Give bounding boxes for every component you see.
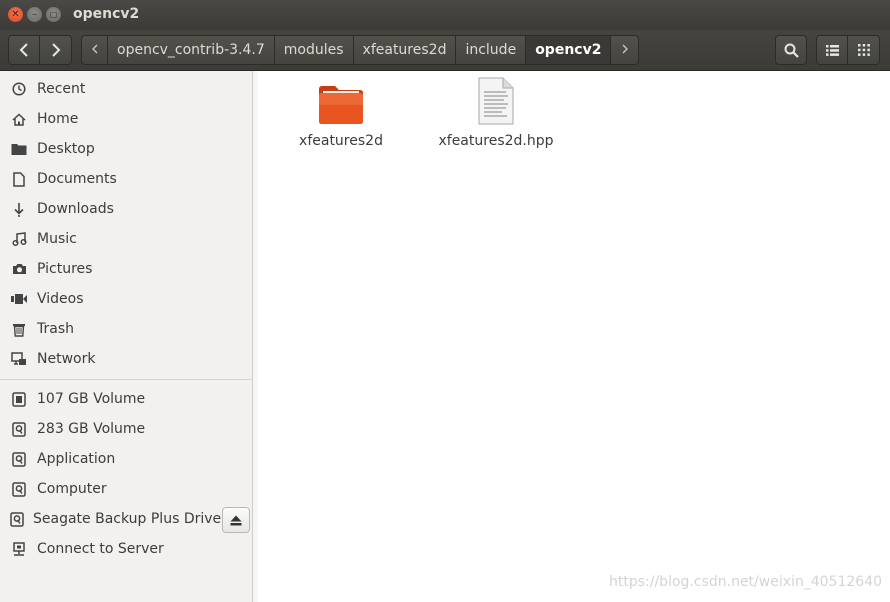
text-file-icon xyxy=(478,77,514,125)
hard-drive-icon xyxy=(10,420,28,438)
file-view[interactable]: xfeatures2d xfeatures2d.hpp https://blog… xyxy=(258,71,890,602)
forward-button[interactable] xyxy=(40,35,72,65)
sidebar: Recent Home Desktop Documents Downloads … xyxy=(0,71,253,602)
hard-drive-icon xyxy=(10,510,24,528)
minimize-window-button[interactable]: – xyxy=(27,7,42,22)
grid-icon xyxy=(857,44,870,56)
eject-button[interactable] xyxy=(222,507,250,533)
breadcrumb-item[interactable]: modules xyxy=(274,35,354,65)
breadcrumb-item[interactable]: xfeatures2d xyxy=(353,35,457,65)
trash-icon xyxy=(10,320,28,338)
chevron-left-icon xyxy=(91,44,97,54)
grid-view-button[interactable] xyxy=(848,35,880,65)
desktop-folder-icon xyxy=(10,140,28,158)
sidebar-item-application[interactable]: Application xyxy=(0,444,252,474)
sidebar-item-label: 283 GB Volume xyxy=(37,421,146,437)
breadcrumb-scroll-right-button[interactable] xyxy=(611,35,640,65)
back-button[interactable] xyxy=(8,35,40,65)
nav-buttons xyxy=(8,35,72,65)
breadcrumb-scroll-left-button[interactable] xyxy=(81,35,108,65)
folder-icon xyxy=(319,86,363,124)
sidebar-item-desktop[interactable]: Desktop xyxy=(0,134,252,164)
sidebar-item-pictures[interactable]: Pictures xyxy=(0,254,252,284)
home-icon xyxy=(10,110,28,128)
clock-icon xyxy=(10,80,28,98)
sidebar-item-label: Trash xyxy=(37,321,74,337)
sidebar-item-label: Videos xyxy=(37,291,84,307)
sidebar-item-label: Application xyxy=(37,451,116,467)
sidebar-divider xyxy=(0,379,252,380)
sidebar-item-label: Downloads xyxy=(37,201,114,217)
sidebar-item-trash[interactable]: Trash xyxy=(0,314,252,344)
sidebar-item-label: Connect to Server xyxy=(37,541,164,557)
video-icon xyxy=(10,290,28,308)
server-icon xyxy=(10,540,28,558)
watermark: https://blog.csdn.net/weixin_40512640 xyxy=(609,574,883,590)
sidebar-item-label: Music xyxy=(37,231,77,247)
sidebar-item-documents[interactable]: Documents xyxy=(0,164,252,194)
window-titlebar: ✕ – ▢ opencv2 xyxy=(0,0,890,30)
sidebar-item-seagate-backup[interactable]: Seagate Backup Plus Drive xyxy=(0,504,222,534)
document-icon xyxy=(10,170,28,188)
eject-icon xyxy=(230,515,242,525)
sidebar-item-downloads[interactable]: Downloads xyxy=(0,194,252,224)
sidebar-item-videos[interactable]: Videos xyxy=(0,284,252,314)
search-icon xyxy=(784,43,799,58)
file-item[interactable]: xfeatures2d xyxy=(266,83,416,149)
sidebar-item-network[interactable]: Network xyxy=(0,344,252,374)
sidebar-item-label: Desktop xyxy=(37,141,95,157)
camera-icon xyxy=(10,260,28,278)
sidebar-item-283gb-volume[interactable]: 283 GB Volume xyxy=(0,414,252,444)
maximize-window-button[interactable]: ▢ xyxy=(46,7,61,22)
sidebar-item-label: Pictures xyxy=(37,261,93,277)
sidebar-item-music[interactable]: Music xyxy=(0,224,252,254)
music-icon xyxy=(10,230,28,248)
sidebar-item-label: Home xyxy=(37,111,79,127)
list-view-button[interactable] xyxy=(816,35,848,65)
breadcrumb-item[interactable]: include xyxy=(456,35,527,65)
chevron-left-icon xyxy=(19,43,28,57)
chevron-right-icon xyxy=(51,43,60,57)
file-name: xfeatures2d.hpp xyxy=(438,133,554,149)
hard-drive-icon xyxy=(10,480,28,498)
list-icon xyxy=(825,44,839,56)
sidebar-item-label: Network xyxy=(37,351,96,367)
chevron-right-icon xyxy=(622,44,628,54)
download-icon xyxy=(10,200,28,218)
close-window-button[interactable]: ✕ xyxy=(8,7,23,22)
sidebar-item-connect-to-server[interactable]: Connect to Server xyxy=(0,534,252,564)
sidebar-item-label: Recent xyxy=(37,81,86,97)
toolbar: opencv_contrib-3.4.7 modules xfeatures2d… xyxy=(0,30,890,71)
breadcrumb-item[interactable]: opencv_contrib-3.4.7 xyxy=(108,35,275,65)
sidebar-item-home[interactable]: Home xyxy=(0,104,252,134)
search-button[interactable] xyxy=(775,35,807,65)
sidebar-item-computer[interactable]: Computer xyxy=(0,474,252,504)
network-icon xyxy=(10,350,28,368)
sidebar-item-label: Documents xyxy=(37,171,117,187)
sidebar-item-recent[interactable]: Recent xyxy=(0,74,252,104)
file-item[interactable]: xfeatures2d.hpp xyxy=(421,77,571,149)
sidebar-item-107gb-volume[interactable]: 107 GB Volume xyxy=(0,384,252,414)
view-buttons xyxy=(816,35,880,65)
hard-drive-icon xyxy=(10,450,28,468)
sidebar-item-label: Seagate Backup Plus Drive xyxy=(33,511,222,527)
chip-drive-icon xyxy=(10,390,28,408)
file-name: xfeatures2d xyxy=(299,133,383,149)
breadcrumb-item-current[interactable]: opencv2 xyxy=(526,35,612,65)
sidebar-item-label: Computer xyxy=(37,481,107,497)
sidebar-item-label: 107 GB Volume xyxy=(37,391,146,407)
breadcrumb: opencv_contrib-3.4.7 modules xfeatures2d… xyxy=(81,35,640,65)
window-title: opencv2 xyxy=(73,6,140,22)
